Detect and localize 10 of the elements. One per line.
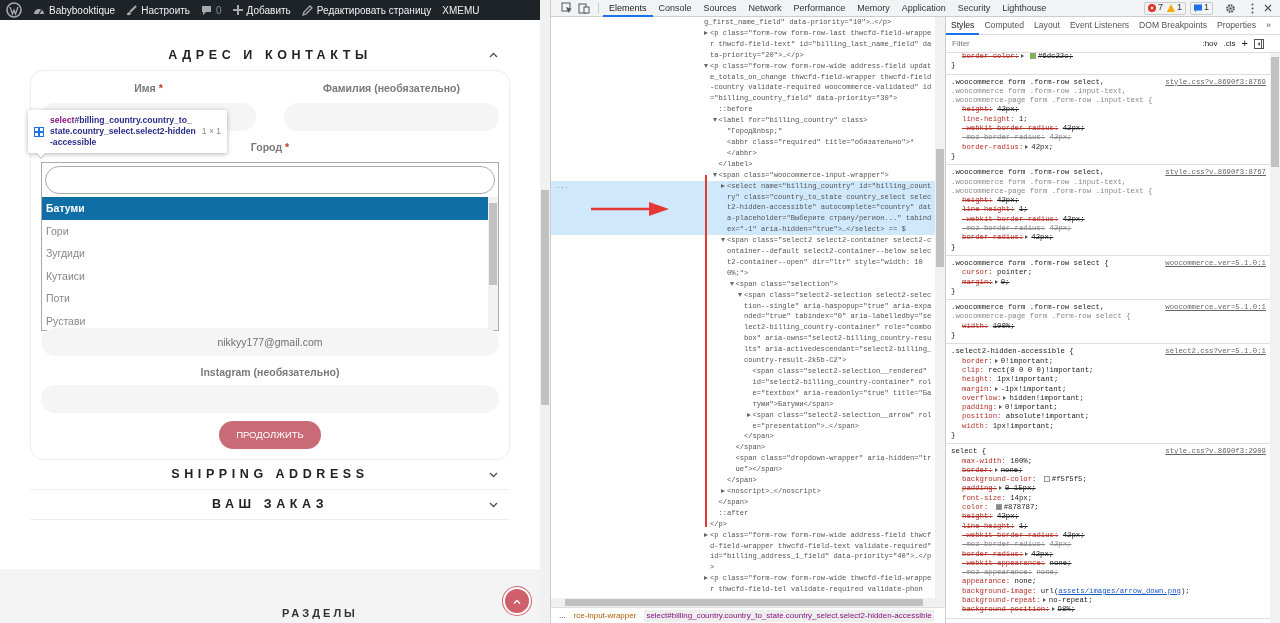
field-label: Имя * bbox=[133, 82, 164, 95]
count-text: 1 bbox=[1176, 1, 1182, 15]
field-label: Фамилия (необязательно) bbox=[321, 82, 461, 95]
count-text: 7 bbox=[1157, 1, 1163, 15]
field-label: Instagram (необязательно) bbox=[199, 366, 341, 379]
selector-text: select#billing_country.country_to_state.country_select.select2-hidden-accessible bbox=[50, 115, 196, 148]
footer-heading: РАЗДЕЛЫ bbox=[282, 605, 358, 621]
count-text: 1 bbox=[1204, 1, 1209, 15]
size-text: 1 × 1 bbox=[201, 125, 221, 138]
field-label: Город * bbox=[250, 141, 290, 154]
